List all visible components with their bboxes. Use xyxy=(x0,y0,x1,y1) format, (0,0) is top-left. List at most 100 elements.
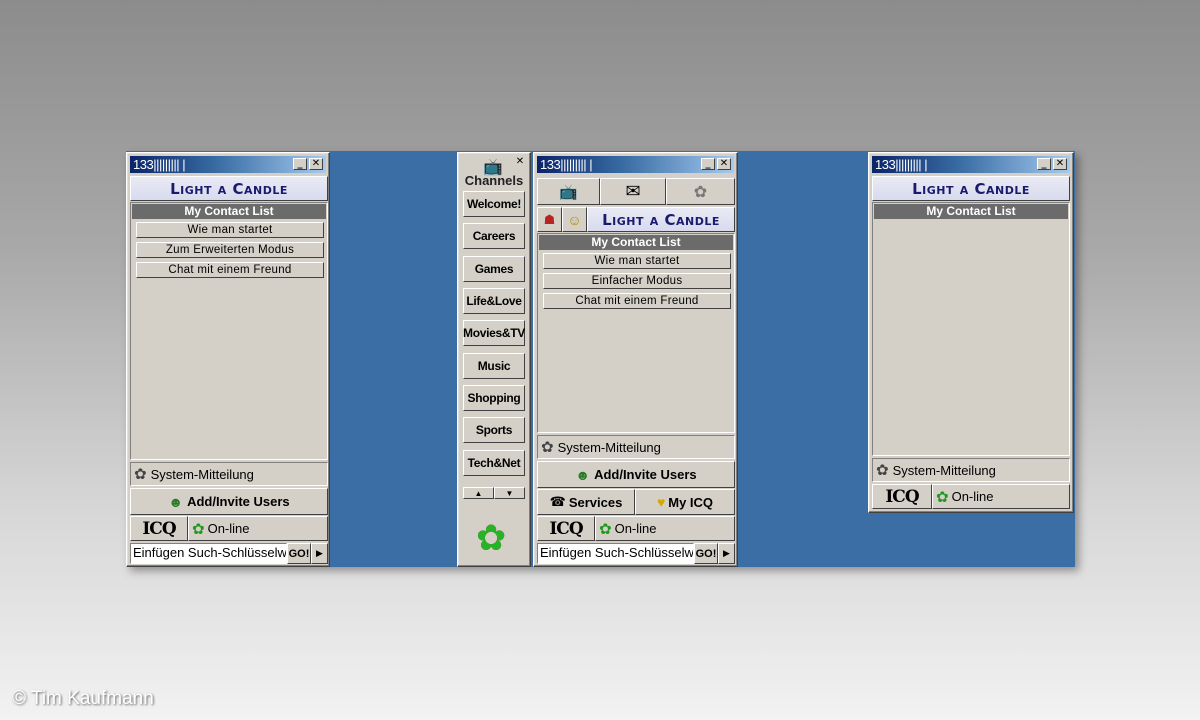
my-icq-button[interactable]: ♥ My ICQ xyxy=(635,489,735,515)
icq-window-minimal: 133||||||||| | _ ✕ Light a Candle My Con… xyxy=(868,152,1074,513)
system-message-label: System-Mitteilung xyxy=(150,466,254,482)
icq-logo-button[interactable]: ICQ xyxy=(537,516,595,541)
channel-button-welcome[interactable]: Welcome! xyxy=(463,191,525,217)
search-input[interactable]: Einfügen Such-Schlüsselw xyxy=(130,543,287,564)
channel-button-lifelove[interactable]: Life&Love xyxy=(463,288,525,314)
minimize-button[interactable]: _ xyxy=(293,158,307,170)
go-button[interactable]: GO! xyxy=(287,543,311,564)
list-item[interactable]: Einfacher Modus xyxy=(543,273,731,289)
online-flower-icon: ✿ xyxy=(599,519,612,538)
list-item[interactable]: Chat mit einem Freund xyxy=(136,262,324,278)
contact-list-area: My Contact List xyxy=(872,202,1070,456)
channels-title: Channels xyxy=(464,173,524,188)
add-invite-users-label: Add/Invite Users xyxy=(594,467,697,482)
status-label: On-line xyxy=(951,489,994,504)
flower-icon: ✿ xyxy=(693,182,708,201)
icq-window-simple: 133||||||||| | _ ✕ 📺 ✉ ✿ ☗ ☺ Light a Can… xyxy=(533,152,738,567)
channel-button-technet[interactable]: Tech&Net xyxy=(463,450,525,476)
search-input[interactable]: Einfügen Such-Schlüsselw xyxy=(537,543,694,564)
icq-logo: ICQ xyxy=(142,518,176,539)
go-label: GO! xyxy=(288,547,310,560)
list-item[interactable]: Zum Erweiterten Modus xyxy=(136,242,324,258)
channels-bar: 📺 ✕ Channels Welcome! Careers Games Life… xyxy=(457,152,531,567)
people-icon: ☗ xyxy=(543,211,556,227)
system-message-row[interactable]: ✿ System-Mitteilung xyxy=(130,462,328,486)
icq-window-advanced: 133||||||||| | _ ✕ Light a Candle My Con… xyxy=(126,152,330,567)
add-invite-users-button[interactable]: ☻ Add/Invite Users xyxy=(130,488,328,515)
channel-button-moviestv[interactable]: Movies&TV xyxy=(463,320,525,346)
light-a-candle-banner[interactable]: Light a Candle xyxy=(130,176,328,201)
icq-logo: ICQ xyxy=(885,486,919,507)
icq-flower-icon[interactable]: ✿ xyxy=(476,521,506,557)
go-button[interactable]: GO! xyxy=(694,543,718,564)
add-users-icon: ☻ xyxy=(168,493,184,510)
list-item[interactable]: Wie man startet xyxy=(543,253,731,269)
channel-button-sports[interactable]: Sports xyxy=(463,417,525,443)
scroll-up-button[interactable]: ▲ xyxy=(463,487,494,499)
heart-icon: ♥ xyxy=(656,494,666,510)
icq-flower-icon: ✿ xyxy=(134,465,147,483)
avatar-button[interactable]: ☺ xyxy=(562,207,587,232)
system-message-label: System-Mitteilung xyxy=(557,439,661,455)
channel-button-shopping[interactable]: Shopping xyxy=(463,385,525,411)
system-message-row[interactable]: ✿ System-Mitteilung xyxy=(872,458,1070,482)
icq-menu-button[interactable]: ✿ xyxy=(666,178,735,205)
window-title: 133||||||||| | xyxy=(540,157,593,172)
group-header[interactable]: My Contact List xyxy=(132,204,326,219)
minimize-button[interactable]: _ xyxy=(1037,158,1051,170)
my-icq-label: My ICQ xyxy=(668,494,714,510)
window-title: 133||||||||| | xyxy=(133,157,186,172)
message-button[interactable]: ✉ xyxy=(600,178,666,205)
status-button[interactable]: ✿ On-line xyxy=(188,516,328,541)
title-bar[interactable]: 133||||||||| | _ ✕ xyxy=(130,156,326,173)
close-button[interactable]: ✕ xyxy=(309,158,323,170)
contact-list-area: My Contact List Wie man startet Einfache… xyxy=(537,233,735,433)
status-label: On-line xyxy=(614,521,657,536)
services-label: Services xyxy=(568,494,623,510)
system-message-row[interactable]: ✿ System-Mitteilung xyxy=(537,435,735,459)
add-invite-users-button[interactable]: ☻ Add/Invite Users xyxy=(537,461,735,488)
list-item[interactable]: Wie man startet xyxy=(136,222,324,238)
face-icon: ☺ xyxy=(567,211,582,228)
add-invite-users-label: Add/Invite Users xyxy=(187,494,290,509)
photo-credit: © Tim Kaufmann xyxy=(12,688,154,709)
phone-icon: ☎ xyxy=(549,494,566,509)
channel-button-games[interactable]: Games xyxy=(463,256,525,282)
status-label: On-line xyxy=(207,521,250,536)
services-button[interactable]: ☎ Services xyxy=(537,489,635,515)
channel-button-careers[interactable]: Careers xyxy=(463,223,525,249)
status-button[interactable]: ✿ On-line xyxy=(595,516,735,541)
close-button[interactable]: ✕ xyxy=(717,158,731,170)
group-header[interactable]: My Contact List xyxy=(874,204,1068,219)
add-users-icon: ☻ xyxy=(575,466,591,483)
envelope-icon: ✉ xyxy=(625,181,641,201)
window-title: 133||||||||| | xyxy=(875,157,928,172)
list-item[interactable]: Chat mit einem Freund xyxy=(543,293,731,309)
light-a-candle-banner[interactable]: Light a Candle xyxy=(587,207,735,232)
scroll-down-button[interactable]: ▼ xyxy=(494,487,525,499)
tv-channels-button[interactable]: 📺 xyxy=(537,178,600,205)
online-flower-icon: ✿ xyxy=(192,519,205,538)
arrow-right-icon[interactable]: ▶ xyxy=(311,543,328,564)
icq-flower-icon: ✿ xyxy=(541,438,554,456)
channel-button-music[interactable]: Music xyxy=(463,353,525,379)
contact-list-area: My Contact List Wie man startet Zum Erwe… xyxy=(130,202,328,460)
light-a-candle-banner[interactable]: Light a Candle xyxy=(872,176,1070,201)
title-bar[interactable]: 133||||||||| | _ ✕ xyxy=(872,156,1070,173)
minimize-button[interactable]: _ xyxy=(701,158,715,170)
title-bar[interactable]: 133||||||||| | _ ✕ xyxy=(537,156,734,173)
close-button[interactable]: ✕ xyxy=(1053,158,1067,170)
close-button[interactable]: ✕ xyxy=(513,157,527,169)
icq-flower-icon: ✿ xyxy=(876,461,889,479)
icq-logo: ICQ xyxy=(549,518,583,539)
icq-logo-button[interactable]: ICQ xyxy=(872,484,932,509)
system-message-label: System-Mitteilung xyxy=(892,462,996,478)
arrow-right-icon[interactable]: ▶ xyxy=(718,543,735,564)
icq-logo-button[interactable]: ICQ xyxy=(130,516,188,541)
go-label: GO! xyxy=(695,547,717,560)
group-header[interactable]: My Contact List xyxy=(539,235,733,250)
tv-icon: 📺 xyxy=(559,183,578,201)
status-button[interactable]: ✿ On-line xyxy=(932,484,1070,509)
online-flower-icon: ✿ xyxy=(936,487,949,506)
gamers-button[interactable]: ☗ xyxy=(537,207,562,232)
